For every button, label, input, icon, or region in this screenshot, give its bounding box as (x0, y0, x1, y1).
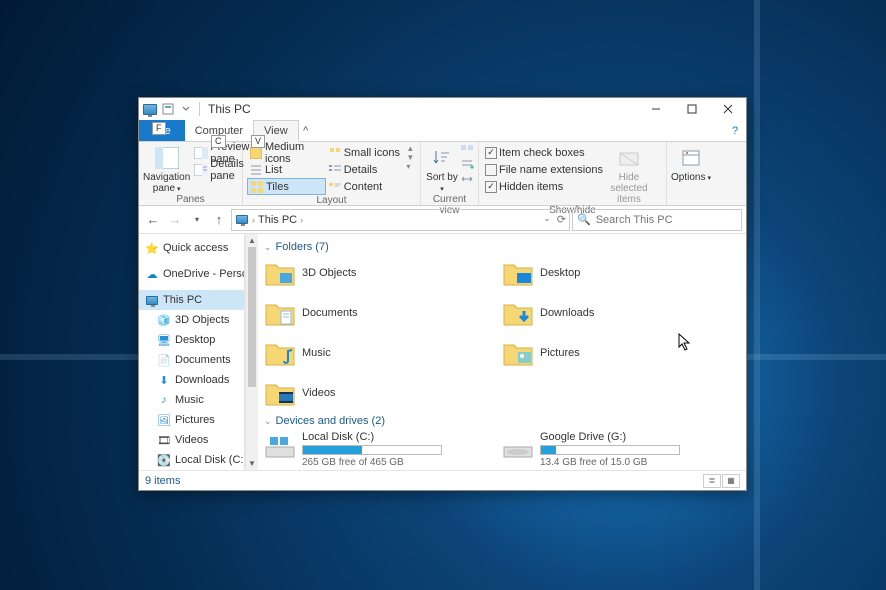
layout-details[interactable]: Details (326, 161, 405, 178)
back-button[interactable]: ← (143, 210, 163, 230)
layout-small[interactable]: Small icons (326, 144, 405, 161)
properties-icon[interactable] (161, 102, 175, 116)
group-by-icon[interactable] (460, 144, 474, 158)
search-box[interactable]: 🔍 (572, 209, 742, 231)
nav-quick-access[interactable]: ⭐Quick access (139, 238, 244, 258)
drive-google-g[interactable]: Google Drive (G:) 13.4 GB free of 15.0 G… (502, 431, 740, 468)
navigation-pane-button[interactable]: Navigation pane ▾ (143, 144, 190, 194)
drive-local-c[interactable]: Local Disk (C:) 265 GB free of 465 GB (264, 431, 502, 468)
sort-by-button[interactable]: Sort by ▾ (425, 144, 459, 194)
folders-group-header[interactable]: ⌄Folders (7) (264, 241, 740, 253)
nav-videos[interactable]: 🎞Videos (139, 430, 244, 450)
search-icon: 🔍 (577, 213, 591, 226)
item-check-boxes[interactable]: Item check boxes (483, 144, 605, 161)
desktop-icon: 🖥 (157, 333, 171, 347)
folder-desktop[interactable]: Desktop (502, 257, 740, 289)
cloud-icon: ☁ (145, 267, 159, 281)
window-title: This PC (208, 102, 251, 116)
large-icons-toggle[interactable]: ▦ (722, 474, 740, 488)
music-icon: ♪ (157, 393, 171, 407)
ribbon-collapse-icon[interactable]: ^ (299, 120, 313, 141)
folder-icon (264, 337, 296, 369)
nav-music[interactable]: ♪Music (139, 390, 244, 410)
folder-icon (264, 257, 296, 289)
drive-icon (264, 431, 296, 463)
drive-usage-bar (302, 445, 442, 455)
maximize-button[interactable] (674, 98, 710, 120)
folder-videos[interactable]: Videos (264, 377, 502, 409)
folder-downloads[interactable]: Downloads (502, 297, 740, 329)
folder-icon (502, 257, 534, 289)
titlebar: This PC (139, 98, 746, 120)
key-hint-file: F (152, 122, 166, 135)
picture-icon: 🖼 (157, 413, 171, 427)
star-icon: ⭐ (145, 241, 159, 255)
drive-icon (502, 431, 534, 463)
search-input[interactable] (596, 214, 737, 226)
folder-pictures[interactable]: Pictures (502, 337, 740, 369)
up-button[interactable]: ↑ (209, 210, 229, 230)
nav-onedrive[interactable]: ☁OneDrive - Person (139, 264, 244, 284)
drive-free-text: 265 GB free of 465 GB (302, 457, 442, 468)
folder-icon (502, 297, 534, 329)
document-icon: 📄 (157, 353, 171, 367)
folder-icon (264, 297, 296, 329)
minimize-button[interactable] (638, 98, 674, 120)
file-explorer-window: This PC File Computer View ^ ? F C V Nav… (138, 97, 747, 491)
ribbon: Navigation pane ▾ Preview pane Details p… (139, 142, 746, 206)
video-icon: 🎞 (157, 433, 171, 447)
cube-icon: 🧊 (157, 313, 171, 327)
hidden-items[interactable]: Hidden items (483, 178, 605, 195)
nav-local-disk[interactable]: 💽Local Disk (C:) (139, 450, 244, 470)
close-button[interactable] (710, 98, 746, 120)
drive-icon: 💽 (157, 453, 171, 467)
nav-3d-objects[interactable]: 🧊3D Objects (139, 310, 244, 330)
key-hint-computer: C (211, 135, 226, 148)
address-bar: ← → ▾ ↑ › This PC › ⌄ ⟳ 🔍 (139, 206, 746, 234)
folder-icon (502, 337, 534, 369)
drive-usage-bar (540, 445, 680, 455)
nav-documents[interactable]: 📄Documents (139, 350, 244, 370)
status-bar: 9 items ≣ ▦ (139, 470, 746, 490)
item-count: 9 items (145, 475, 180, 487)
nav-desktop[interactable]: 🖥Desktop (139, 330, 244, 350)
quick-access-toolbar (143, 102, 202, 116)
qat-dropdown-icon[interactable] (179, 102, 193, 116)
navigation-pane: ⭐Quick access ☁OneDrive - Person This PC… (139, 234, 245, 470)
download-icon: ⬇ (157, 373, 171, 387)
layout-content[interactable]: Content (326, 178, 405, 195)
recent-locations-button[interactable]: ▾ (187, 210, 207, 230)
file-name-extensions[interactable]: File name extensions (483, 161, 605, 178)
ribbon-tabs: File Computer View ^ ? F C V (139, 120, 746, 142)
folder-documents[interactable]: Documents (264, 297, 502, 329)
folder-3d-objects[interactable]: 3D Objects (264, 257, 502, 289)
options-button[interactable]: Options ▾ (671, 144, 711, 183)
nav-this-pc[interactable]: This PC (139, 290, 244, 310)
nav-scrollbar[interactable]: ▲▼ (245, 234, 258, 470)
size-columns-icon[interactable] (460, 172, 474, 186)
pc-icon (145, 293, 159, 307)
details-view-toggle[interactable]: ≣ (703, 474, 721, 488)
pc-icon (143, 102, 157, 116)
layout-tiles[interactable]: Tiles (247, 178, 326, 195)
folder-icon (264, 377, 296, 409)
pc-icon (235, 213, 249, 227)
address-dropdown-icon[interactable]: ⌄ (543, 213, 551, 226)
forward-button[interactable]: → (165, 210, 185, 230)
drive-name: Local Disk (C:) (302, 431, 442, 443)
help-icon[interactable]: ? (724, 120, 746, 141)
hide-selected-button: Hide selected items (605, 144, 653, 205)
key-hint-view: V (251, 135, 265, 148)
refresh-icon[interactable]: ⟳ (557, 213, 566, 226)
nav-pictures[interactable]: 🖼Pictures (139, 410, 244, 430)
address-breadcrumb[interactable]: › This PC › ⌄ ⟳ (231, 209, 570, 231)
add-columns-icon[interactable] (460, 158, 474, 172)
drives-group-header[interactable]: ⌄Devices and drives (2) (264, 415, 740, 427)
folder-music[interactable]: Music (264, 337, 502, 369)
layout-list[interactable]: List (247, 161, 326, 178)
nav-downloads[interactable]: ⬇Downloads (139, 370, 244, 390)
drive-free-text: 13.4 GB free of 15.0 GB (540, 457, 680, 468)
drive-name: Google Drive (G:) (540, 431, 680, 443)
content-pane: ⌄Folders (7) 3D Objects Desktop Document… (258, 234, 746, 470)
